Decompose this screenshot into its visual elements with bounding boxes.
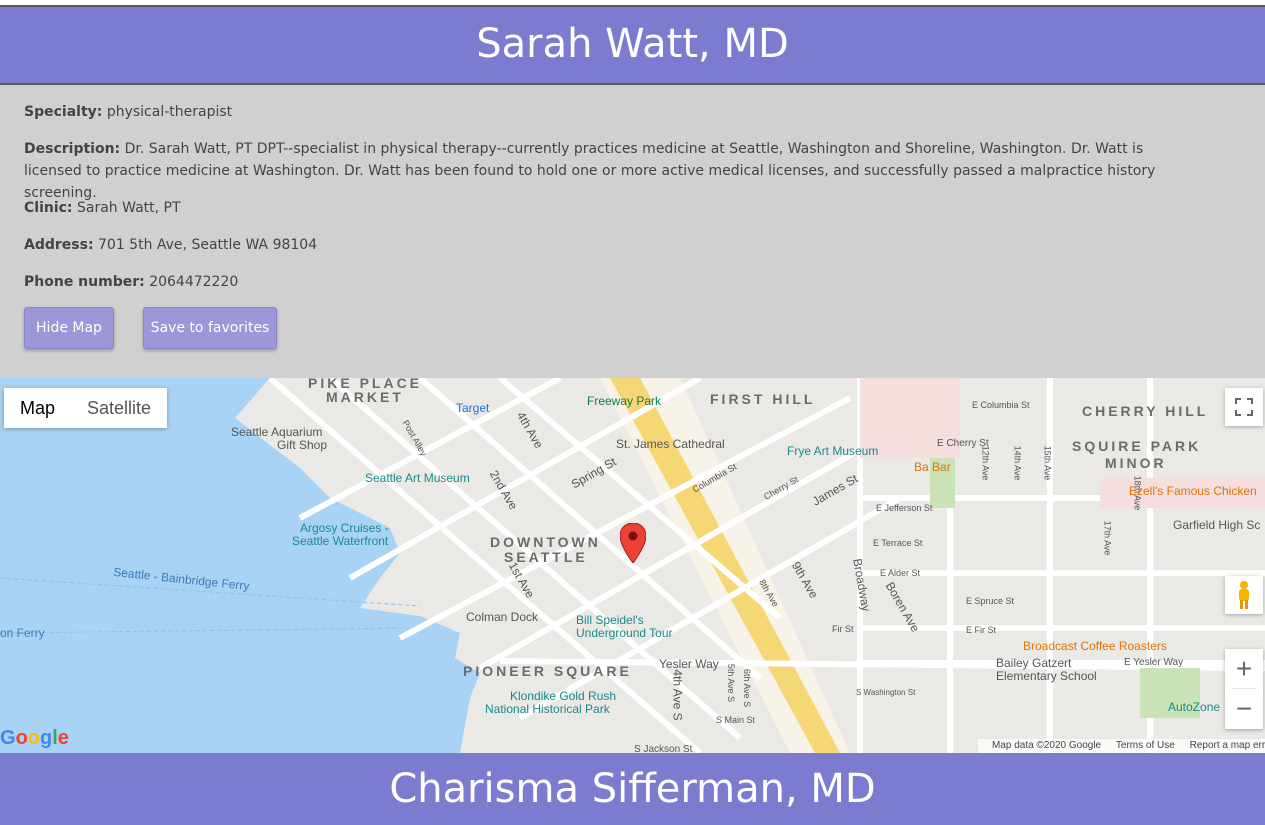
terms-of-use-link[interactable]: Terms of Use	[1104, 740, 1175, 751]
poi-label[interactable]: Elementary School	[996, 669, 1097, 683]
specialty-label: Specialty:	[24, 104, 103, 120]
poi-label[interactable]: Garfield High Sc	[1173, 518, 1260, 532]
report-map-error-link[interactable]: Report a map error	[1178, 740, 1265, 751]
location-pin-icon[interactable]	[620, 523, 646, 563]
street-label: 15th Ave	[1042, 445, 1053, 481]
poi-label[interactable]: Ezell's Famous Chicken	[1129, 484, 1257, 498]
specialty-row: Specialty: physical-therapist	[24, 101, 1205, 123]
map-data-attribution: Map data ©2020 Google	[992, 740, 1102, 751]
phone-label: Phone number:	[24, 274, 145, 290]
phone-row: Phone number: 2064472220	[24, 271, 1205, 293]
poi-label[interactable]: Seattle Waterfront	[292, 534, 388, 548]
street-label: 17th Ave	[1102, 520, 1113, 556]
street-label: E Alder St	[880, 568, 921, 578]
street-label: 5th Ave S	[726, 663, 737, 703]
zoom-in-button[interactable]: +	[1225, 649, 1263, 688]
street-label: E Fir St	[966, 625, 997, 635]
street-label: S Main St	[716, 715, 756, 725]
area-label: PIONEER SQUARE	[463, 663, 632, 679]
map-type-map-button[interactable]: Map	[4, 388, 71, 428]
map-view[interactable]: Map Satellite PIKE PLACE MARKET FIRST HI…	[0, 378, 1265, 753]
poi-label[interactable]: Ba Bar	[914, 460, 951, 474]
poi-label[interactable]: Gift Shop	[277, 438, 327, 452]
area-label: SQUIRE PARK	[1072, 438, 1202, 454]
street-view-pegman-icon[interactable]	[1225, 576, 1263, 614]
poi-label[interactable]: Argosy Cruises -	[300, 521, 389, 535]
poi-label[interactable]: AutoZone	[1168, 700, 1220, 714]
zoom-control: + −	[1225, 649, 1263, 729]
zoom-out-button[interactable]: −	[1225, 689, 1263, 728]
area-label: MARKET	[326, 389, 404, 405]
street-label: Fir St	[832, 624, 854, 634]
poi-label[interactable]: St. James Cathedral	[616, 437, 725, 451]
poi-label[interactable]: Underground Tour	[576, 626, 673, 640]
street-label: 4th Ave S	[670, 669, 685, 721]
poi-label[interactable]: Freeway Park	[587, 394, 661, 408]
hide-map-button[interactable]: Hide Map	[24, 307, 114, 349]
street-label: E Terrace St	[873, 538, 923, 548]
poi-label[interactable]: Klondike Gold Rush	[510, 689, 616, 703]
street-label: 18th Ave	[1132, 475, 1143, 511]
fullscreen-icon[interactable]	[1225, 388, 1263, 426]
map-canvas	[0, 378, 1265, 753]
street-label: E Jefferson St	[876, 503, 933, 513]
clinic-value: Sarah Watt, PT	[77, 200, 181, 216]
poi-label[interactable]: National Historical Park	[485, 702, 610, 716]
poi-label[interactable]: Target	[456, 401, 489, 415]
street-label: E Yesler Way	[1124, 657, 1184, 668]
address-row: Address: 701 5th Ave, Seattle WA 98104	[24, 234, 1205, 256]
doctor-name-header: Sarah Watt, MD	[0, 5, 1265, 85]
clinic-row: Clinic: Sarah Watt, PT	[24, 197, 1205, 219]
next-doctor-name-header: Charisma Sifferman, MD	[0, 753, 1265, 825]
street-label: Yesler Way	[659, 657, 719, 671]
area-label: CHERRY HILL	[1082, 403, 1209, 419]
specialty-value: physical-therapist	[106, 104, 233, 120]
area-label: MINOR	[1105, 455, 1167, 471]
street-label: 6th Ave S	[742, 668, 753, 708]
area-label: FIRST HILL	[710, 391, 816, 407]
phone-value: 2064472220	[149, 274, 239, 290]
ferry-label: on Ferry	[0, 626, 45, 640]
address-value: 701 5th Ave, Seattle WA 98104	[98, 237, 318, 253]
poi-label[interactable]: Seattle Art Museum	[365, 471, 470, 485]
street-label: E Spruce St	[966, 596, 1015, 606]
area-label: DOWNTOWN	[490, 534, 601, 550]
description-row: Description: Dr. Sarah Watt, PT DPT--spe…	[24, 138, 1205, 204]
poi-label[interactable]: Frye Art Museum	[787, 444, 878, 458]
street-label: 14th Ave	[1012, 445, 1023, 481]
map-type-control: Map Satellite	[4, 388, 168, 428]
poi-label[interactable]: Bailey Gatzert	[996, 656, 1071, 670]
address-label: Address:	[24, 237, 94, 253]
poi-label[interactable]: Seattle Aquarium	[231, 425, 322, 439]
poi-label[interactable]: Colman Dock	[466, 610, 538, 624]
map-attribution-bar: Map data ©2020 Google Terms of Use Repor…	[978, 739, 1265, 753]
street-label: E Columbia St	[972, 400, 1030, 410]
save-to-favorites-button[interactable]: Save to favorites	[143, 307, 277, 349]
poi-label[interactable]: Broadcast Coffee Roasters	[1023, 639, 1167, 653]
map-type-satellite-button[interactable]: Satellite	[71, 388, 167, 428]
description-value: Dr. Sarah Watt, PT DPT--specialist in ph…	[24, 141, 1156, 201]
google-logo: Google	[0, 727, 69, 749]
description-label: Description:	[24, 141, 121, 157]
clinic-label: Clinic:	[24, 200, 73, 216]
street-label: S Washington St	[856, 688, 916, 697]
street-label: 12th Ave	[980, 445, 991, 481]
poi-label[interactable]: Bill Speidel's	[576, 613, 644, 627]
street-label: S Jackson St	[634, 744, 693, 753]
